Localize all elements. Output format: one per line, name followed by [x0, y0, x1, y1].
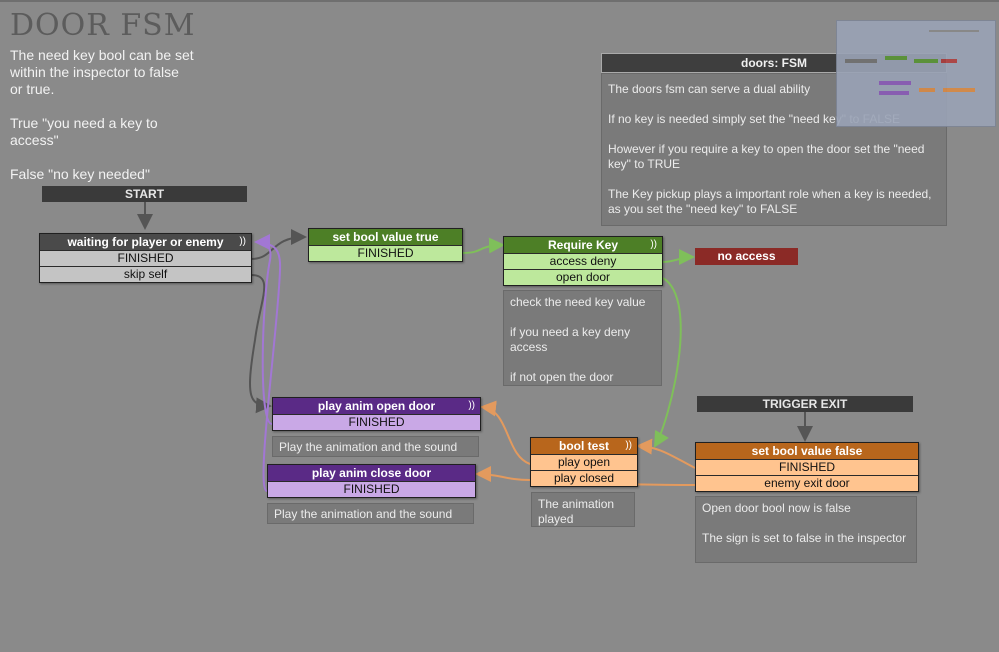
minimap-block: [943, 88, 975, 92]
minimap-block: [929, 30, 979, 32]
state-title: play anim close door: [311, 466, 432, 480]
note-play-close: Play the animation and the sound: [267, 503, 474, 524]
fsm-description: The need key bool can be set within the …: [10, 47, 194, 182]
play-closed-transition: [475, 466, 531, 483]
trigger-exit-label[interactable]: TRIGGER EXIT: [697, 396, 913, 412]
note-require-key: check the need key value if you need a k…: [503, 290, 662, 386]
minimap-block: [885, 56, 907, 60]
state-require-key[interactable]: Require Key)) access deny open door: [503, 236, 663, 286]
set-false-finished-transition: [636, 438, 696, 469]
active-indicator-icon: )): [625, 440, 632, 451]
event-play-open[interactable]: play open: [531, 454, 637, 470]
start-label[interactable]: START: [42, 186, 247, 202]
event-finished[interactable]: FINISHED: [696, 459, 918, 475]
access-deny-transition: [662, 249, 695, 266]
event-finished[interactable]: FINISHED: [273, 414, 480, 430]
state-waiting[interactable]: waiting for player or enemy)) FINISHED s…: [39, 233, 252, 283]
minimap-block: [941, 59, 957, 63]
state-bool-test[interactable]: bool test)) play open play closed: [530, 437, 638, 487]
state-set-bool-false[interactable]: set bool value false FINISHED enemy exit…: [695, 442, 919, 492]
event-play-closed[interactable]: play closed: [531, 470, 637, 486]
state-title: set bool value false: [751, 444, 863, 458]
play-open-transition: [480, 400, 531, 465]
event-finished[interactable]: FINISHED: [40, 250, 251, 266]
event-open-door[interactable]: open door: [504, 269, 662, 285]
active-indicator-icon: )): [468, 400, 475, 411]
page-title: DOOR FSM: [10, 8, 196, 43]
event-finished[interactable]: FINISHED: [268, 481, 475, 497]
event-enemy-exit-door[interactable]: enemy exit door: [696, 475, 918, 491]
state-title: set bool value true: [332, 230, 439, 244]
state-title: Require Key: [547, 238, 619, 252]
active-indicator-icon: )): [239, 236, 246, 247]
event-access-deny[interactable]: access deny: [504, 253, 662, 269]
minimap[interactable]: [836, 20, 996, 127]
set-true-finished-transition: [461, 237, 505, 254]
minimap-block: [914, 59, 938, 63]
skip-self-transition: [249, 274, 272, 414]
note-play-open: Play the animation and the sound: [272, 436, 479, 457]
minimap-block: [845, 59, 877, 63]
event-skip-self[interactable]: skip self: [40, 266, 251, 282]
note-bool-test: The animation played: [531, 492, 635, 527]
state-title: waiting for player or enemy: [67, 235, 224, 249]
state-set-bool-true[interactable]: set bool value true FINISHED: [308, 228, 463, 262]
state-no-access[interactable]: no access: [695, 248, 798, 265]
note-set-false: Open door bool now is false The sign is …: [695, 496, 917, 563]
minimap-block: [879, 91, 909, 95]
state-title: play anim open door: [317, 399, 436, 413]
minimap-block: [919, 88, 935, 92]
state-play-anim-open[interactable]: play anim open door)) FINISHED: [272, 397, 481, 431]
event-finished[interactable]: FINISHED: [309, 245, 462, 261]
active-indicator-icon: )): [650, 239, 657, 250]
minimap-block: [879, 81, 911, 85]
state-title: bool test: [559, 439, 609, 453]
state-play-anim-close[interactable]: play anim close door FINISHED: [267, 464, 476, 498]
